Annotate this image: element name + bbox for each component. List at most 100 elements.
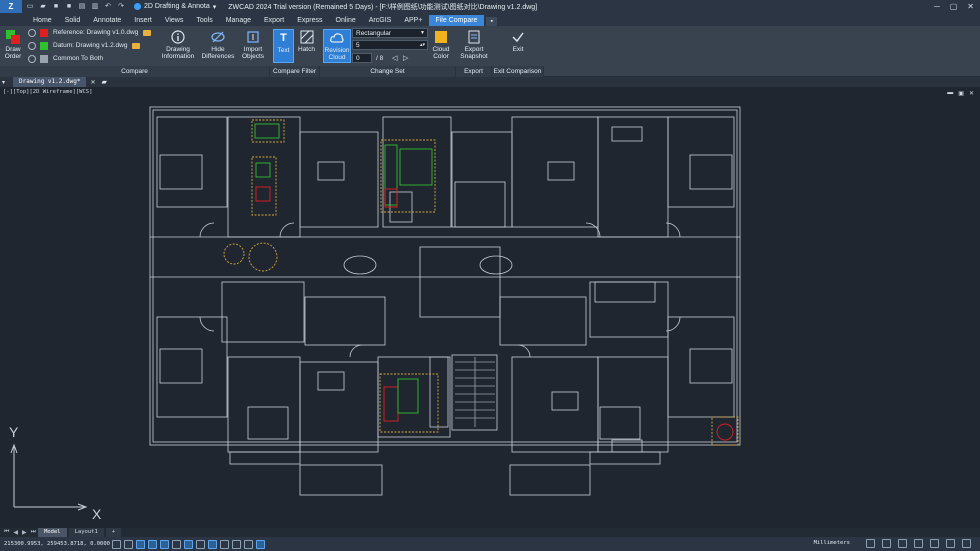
hatch-filter-button[interactable]: Hatch (296, 30, 317, 53)
tab-solid[interactable]: Solid (59, 15, 88, 26)
close-icon[interactable]: ✕ (969, 90, 974, 97)
maximize-icon[interactable]: ▢ (950, 2, 958, 11)
osnap-icon[interactable] (160, 539, 169, 549)
annotation-icon[interactable] (244, 539, 253, 549)
tab-express[interactable]: Express (291, 15, 329, 26)
document-tab[interactable]: Drawing v1.2.dwg* (13, 77, 87, 87)
eye-icon[interactable] (28, 54, 36, 63)
common-color-swatch[interactable] (40, 54, 48, 63)
tab-annotate[interactable]: Annotate (87, 15, 128, 26)
exit-label: Exit (512, 46, 524, 53)
selection-cycling-icon[interactable] (208, 539, 217, 549)
cloud-shape-value: Rectangular (356, 30, 392, 37)
fullscreen-icon[interactable] (946, 539, 955, 548)
cloud-color-button[interactable]: Cloud Color (429, 30, 453, 60)
lock-icon[interactable] (898, 539, 907, 548)
last-tab-icon[interactable]: ⏭ (31, 529, 36, 536)
open-folder-icon[interactable]: ▰ (38, 2, 48, 11)
tab-views[interactable]: Views (159, 15, 191, 26)
datum-label: Datum: (53, 42, 74, 49)
drawing-canvas[interactable]: Y X (0, 87, 980, 527)
coordinates-readout: 215300.9953, 259453.8718, 0.0000 (4, 541, 110, 547)
tab-insert[interactable]: Insert (128, 15, 159, 26)
dynamic-input-icon[interactable] (220, 539, 229, 549)
prev-tab-icon[interactable]: ◀ (13, 529, 18, 536)
previous-change-icon[interactable]: ◁ (392, 54, 397, 62)
redo-icon[interactable]: ↷ (116, 2, 126, 11)
text-filter-button[interactable]: T Text (273, 29, 294, 63)
revision-cloud-button[interactable]: Revision Cloud (323, 29, 351, 63)
close-icon[interactable]: ✕ (90, 79, 95, 86)
lineweight-icon[interactable] (184, 539, 193, 549)
cloud-shape-select[interactable]: Rectangular ▼ (352, 28, 428, 38)
close-icon[interactable]: ✕ (967, 2, 974, 11)
tab-export[interactable]: Export (258, 15, 291, 26)
units-selector[interactable]: Millimeters (814, 540, 850, 546)
viewport-controls: ▬ ▣ ✕ (947, 90, 974, 97)
tab-online[interactable]: Online (330, 15, 363, 26)
tab-arcgis[interactable]: ArcGIS (363, 15, 399, 26)
export-snapshot-button[interactable]: Export Snapshot (459, 30, 489, 60)
next-tab-icon[interactable]: ▶ (22, 529, 27, 536)
save-as-icon[interactable]: ■ (64, 2, 74, 11)
ribbon-toggle-icon[interactable]: ▪ (486, 17, 497, 26)
folder-icon[interactable] (132, 42, 141, 49)
add-layout-button[interactable]: + (105, 528, 122, 537)
import-objects-button[interactable]: Import Objects (239, 30, 267, 60)
spinner-icon[interactable]: ▴▾ (420, 41, 425, 50)
tab-file-compare[interactable]: File Compare (429, 15, 485, 26)
revision-cloud-label: Revision Cloud (324, 47, 350, 61)
drawing-information-button[interactable]: Drawing Information (159, 30, 197, 60)
3d-osnap-icon[interactable] (256, 539, 265, 549)
tab-layout1[interactable]: Layout1 (68, 528, 104, 537)
change-index-input[interactable]: 0 (352, 53, 372, 63)
tab-home[interactable]: Home (27, 15, 59, 26)
otrack-icon[interactable] (172, 539, 181, 549)
tab-manage[interactable]: Manage (220, 15, 258, 26)
new-file-icon[interactable]: ▭ (25, 2, 35, 11)
cloud-size-input[interactable]: 5 ▴▾ (352, 40, 428, 50)
workspace-icon[interactable] (882, 539, 891, 548)
save-icon[interactable]: ■ (51, 2, 61, 11)
viewport-label[interactable]: [-][Top][2D Wireframe][WCS] (3, 89, 92, 95)
tab-tools[interactable]: Tools (190, 15, 219, 26)
common-row: Common To Both (28, 53, 103, 64)
minimize-icon[interactable]: ─ (934, 2, 940, 11)
eye-icon[interactable] (28, 41, 36, 50)
hide-differences-button[interactable]: Hide Differences (198, 30, 238, 60)
chevron-down-icon[interactable]: ▾ (2, 79, 5, 86)
draw-order-button[interactable]: Draw Order (2, 30, 24, 60)
datum-color-swatch[interactable] (40, 41, 48, 50)
transparency-icon[interactable] (196, 539, 205, 549)
isolate-objects-icon[interactable] (930, 539, 939, 548)
annotation-scale-icon[interactable] (866, 539, 875, 548)
cloud-size-value: 5 (356, 42, 360, 49)
eye-icon[interactable] (28, 28, 36, 37)
new-tab-icon[interactable]: ▰ (101, 78, 106, 86)
minimize-icon[interactable]: ▬ (947, 90, 953, 97)
text-icon: T (280, 31, 287, 44)
next-change-icon[interactable]: ▷ (403, 54, 408, 62)
tab-app-plus[interactable]: APP+ (398, 15, 429, 26)
app-logo-icon[interactable]: Z (0, 0, 22, 13)
tab-model[interactable]: Model (38, 528, 67, 537)
ortho-icon[interactable] (136, 539, 145, 549)
workspace-switcher[interactable]: 2D Drafting & Annota ▾ (134, 3, 216, 11)
polar-icon[interactable] (148, 539, 157, 549)
grid-icon[interactable] (112, 539, 121, 549)
first-tab-icon[interactable]: ⏮ (4, 529, 9, 536)
restore-icon[interactable]: ▣ (958, 90, 964, 97)
print-icon[interactable]: ▤ (77, 2, 87, 11)
exit-button[interactable]: Exit (505, 30, 531, 53)
quick-properties-icon[interactable] (232, 539, 241, 549)
hardware-acceleration-icon[interactable] (914, 539, 923, 548)
reference-color-swatch[interactable] (40, 28, 48, 37)
window-title: ZWCAD 2024 Trial version (Remained 5 Day… (228, 3, 538, 11)
folder-icon[interactable] (143, 29, 152, 36)
plot-icon[interactable]: ▥ (90, 2, 100, 11)
undo-icon[interactable]: ↶ (103, 2, 113, 11)
customize-icon[interactable] (962, 539, 971, 548)
text-filter-label: Text (277, 47, 290, 54)
chevron-down-icon: ▼ (420, 30, 425, 36)
snap-icon[interactable] (124, 539, 133, 549)
